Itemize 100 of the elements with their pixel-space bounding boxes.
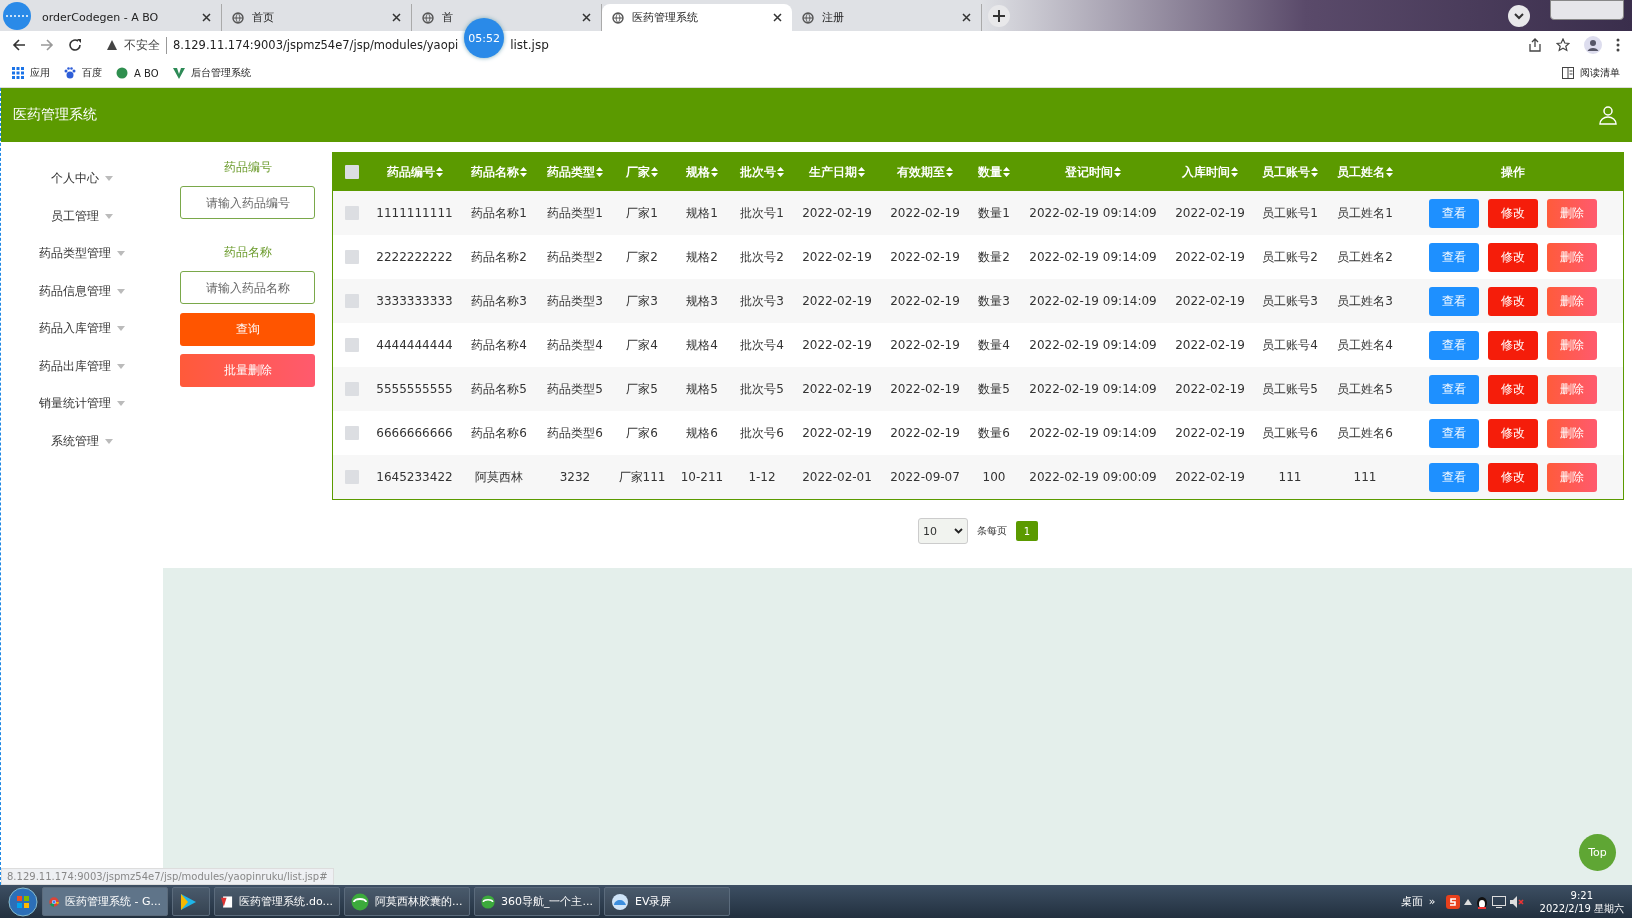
checkbox[interactable] [344,382,359,397]
page-size-select[interactable]: 10 [918,518,968,544]
sort-icon[interactable] [1231,166,1238,177]
taskbar-item[interactable] [172,887,210,916]
input-field[interactable]: 请输入药品编号 [180,186,315,219]
forward-icon[interactable] [40,38,54,52]
sort-icon[interactable] [1114,166,1121,177]
delete-button[interactable]: 删除 [1547,462,1597,492]
view-button[interactable]: 查看 [1429,242,1479,272]
close-icon[interactable] [582,13,591,22]
more-icon[interactable] [1616,38,1620,52]
edit-button[interactable]: 修改 [1488,418,1538,448]
triangle-up-icon[interactable] [1463,898,1472,905]
column-header[interactable]: 药品编号 [370,153,459,191]
delete-button[interactable]: 删除 [1547,418,1597,448]
clock[interactable]: 9:21 2022/2/19 星期六 [1539,888,1624,915]
column-header[interactable]: 入库时间 [1167,153,1253,191]
bookmark[interactable]: 百度 [64,66,102,80]
profile-icon[interactable] [1584,36,1602,54]
reload-icon[interactable] [68,38,82,52]
sort-icon[interactable] [1003,166,1010,177]
speaker-muted-icon[interactable] [1509,895,1524,908]
taskbar-item[interactable]: 医药管理系统 - G... [42,887,168,916]
sort-icon[interactable] [858,166,865,177]
batch-delete-button[interactable]: 批量删除 [180,354,315,387]
close-icon[interactable] [392,13,401,22]
delete-button[interactable]: 删除 [1547,374,1597,404]
column-header[interactable]: 厂家 [611,153,673,191]
delete-button[interactable]: 删除 [1547,198,1597,228]
view-button[interactable]: 查看 [1429,198,1479,228]
user-icon[interactable] [1598,105,1618,125]
new-tab-icon[interactable] [988,4,1010,27]
chevron-button[interactable]: » [1428,895,1436,908]
column-header[interactable]: 员工账号 [1253,153,1327,191]
view-button[interactable]: 查看 [1429,374,1479,404]
edit-button[interactable]: 修改 [1488,374,1538,404]
checkbox[interactable] [344,338,359,353]
taskbar-item[interactable]: EV录屏 [604,887,730,916]
view-button[interactable]: 查看 [1429,462,1479,492]
column-header[interactable]: 规格 [673,153,731,191]
sort-icon[interactable] [946,166,953,177]
delete-button[interactable]: 删除 [1547,330,1597,360]
sort-icon[interactable] [1386,166,1393,177]
edit-button[interactable]: 修改 [1488,462,1538,492]
bookmark[interactable]: 后台管理系统 [172,66,251,80]
checkbox[interactable] [344,206,359,221]
checkbox[interactable] [344,426,359,441]
edit-button[interactable]: 修改 [1488,198,1538,228]
checkbox[interactable] [344,250,359,265]
column-header[interactable]: 有效期至 [881,153,969,191]
sidebar-item[interactable]: 药品入库管理 [39,310,125,348]
checkbox[interactable] [344,470,359,485]
sidebar-item[interactable]: 销量统计管理 [39,385,125,423]
sort-icon[interactable] [1311,166,1318,177]
tray-s-icon[interactable] [1445,894,1460,909]
column-header[interactable]: 药品类型 [539,153,611,191]
browser-tab[interactable]: 医药管理系统 [602,4,792,31]
input-field[interactable]: 请输入药品名称 [180,271,315,304]
column-header[interactable]: 登记时间 [1019,153,1167,191]
checkbox[interactable] [344,165,359,180]
taskbar-item[interactable]: 医药管理系统.do... [214,887,340,916]
sidebar-item[interactable]: 个人中心 [51,160,113,198]
bookmark[interactable]: A BO [116,67,159,79]
sidebar-item[interactable]: 药品信息管理 [39,272,125,310]
sort-icon[interactable] [435,166,443,177]
column-header[interactable]: 生产日期 [793,153,881,191]
sidebar-item[interactable]: 药品出库管理 [39,347,125,385]
column-header[interactable]: 批次号 [731,153,793,191]
sort-icon[interactable] [520,166,527,177]
back-icon[interactable] [12,38,26,52]
desktop-label[interactable]: 桌面 [1400,894,1423,909]
sidebar-item[interactable]: 药品类型管理 [39,235,125,273]
reading-list-button[interactable]: 阅读清单 [1562,66,1620,80]
sort-icon[interactable] [711,166,718,177]
sidebar-item[interactable]: 系统管理 [51,422,113,460]
view-button[interactable]: 查看 [1429,418,1479,448]
view-button[interactable]: 查看 [1429,330,1479,360]
window-controls[interactable] [1550,0,1624,20]
edit-button[interactable]: 修改 [1488,242,1538,272]
star-icon[interactable] [1556,38,1570,52]
page-button[interactable]: 1 [1016,521,1038,541]
close-icon[interactable] [962,13,971,22]
share-icon[interactable] [1528,38,1542,52]
edit-button[interactable]: 修改 [1488,330,1538,360]
taskbar-item[interactable]: 阿莫西林胶囊的... [344,887,470,916]
close-icon[interactable] [202,13,211,22]
sidebar-item[interactable]: 员工管理 [51,197,113,235]
column-header[interactable]: 员工姓名 [1327,153,1403,191]
penguin-icon[interactable] [1475,894,1488,909]
close-icon[interactable] [773,13,782,22]
search-button[interactable]: 查询 [180,313,315,346]
sort-icon[interactable] [777,166,784,177]
view-button[interactable]: 查看 [1429,286,1479,316]
bookmark[interactable]: 应用 [12,66,50,80]
column-header[interactable]: 药品名称 [459,153,539,191]
column-header[interactable]: 数量 [969,153,1019,191]
start-icon[interactable] [8,886,38,917]
monitor-icon[interactable] [1491,895,1506,908]
delete-button[interactable]: 删除 [1547,242,1597,272]
delete-button[interactable]: 删除 [1547,286,1597,316]
